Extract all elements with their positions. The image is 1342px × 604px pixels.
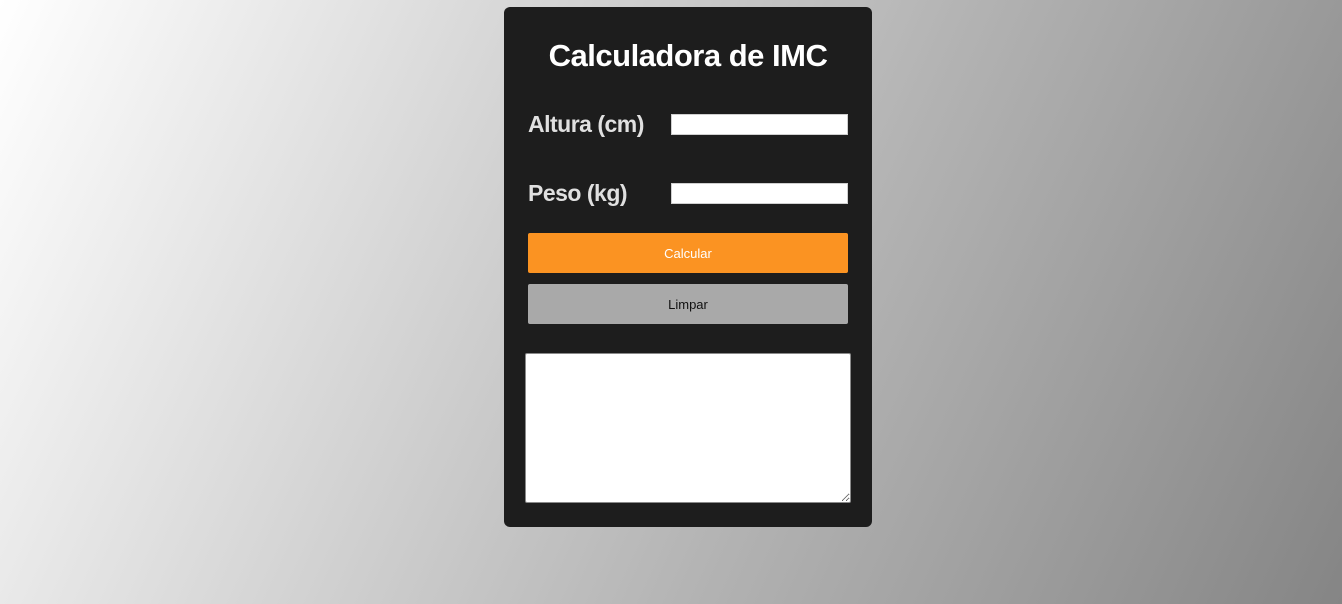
- page-title: Calculadora de IMC: [548, 38, 828, 73]
- peso-label: Peso (kg): [528, 180, 628, 206]
- imc-calculator-card: Calculadora de IMC Altura (cm) Peso (kg)…: [504, 7, 872, 527]
- altura-input[interactable]: [671, 114, 848, 135]
- altura-label: Altura (cm): [528, 111, 644, 137]
- result-textarea[interactable]: [525, 353, 851, 503]
- calcular-button[interactable]: Calcular: [528, 233, 848, 273]
- limpar-button[interactable]: Limpar: [528, 284, 848, 324]
- peso-input[interactable]: [671, 183, 848, 204]
